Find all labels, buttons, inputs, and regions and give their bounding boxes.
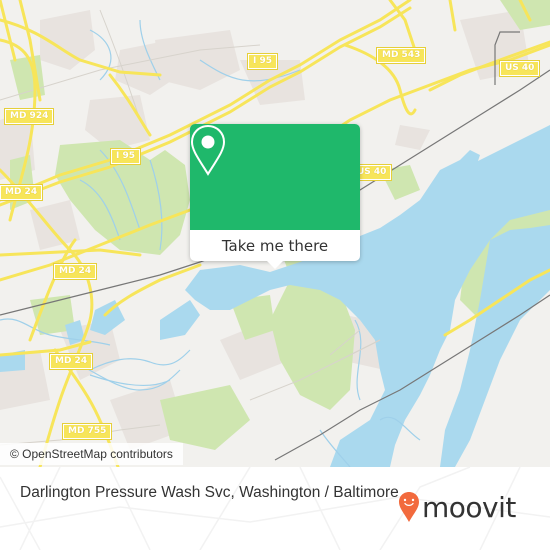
moovit-pin-icon [399, 492, 419, 522]
place-name: Darlington Pressure Wash Svc, Washington… [20, 484, 399, 501]
moovit-logo[interactable]: moovit [398, 487, 516, 527]
road-label-us40: US 40 [498, 60, 541, 77]
road-label-md24: MD 24 [48, 353, 94, 370]
moovit-wordmark: moovit [422, 490, 516, 524]
road-label-md24: MD 24 [52, 263, 98, 280]
road-label-i95: I 95 [246, 53, 279, 70]
location-popup[interactable]: Take me there [190, 124, 360, 269]
footer: Darlington Pressure Wash Svc, Washington… [0, 467, 550, 550]
road-label-md543: MD 543 [375, 47, 427, 64]
map-pin-icon [190, 124, 226, 176]
map-attribution[interactable]: © OpenStreetMap contributors [0, 443, 183, 465]
take-me-there-button[interactable]: Take me there [190, 230, 360, 261]
popup-pointer [266, 260, 284, 269]
map-canvas[interactable]: I 95 MD 543 US 40 MD 924 I 95 US 40 MD 2… [0, 0, 550, 467]
popup-header[interactable] [190, 124, 360, 230]
road-label-md24: MD 24 [0, 184, 44, 201]
road-label-md755: MD 755 [61, 423, 113, 440]
road-label-md924: MD 924 [3, 108, 55, 125]
road-label-i95: I 95 [109, 148, 142, 165]
